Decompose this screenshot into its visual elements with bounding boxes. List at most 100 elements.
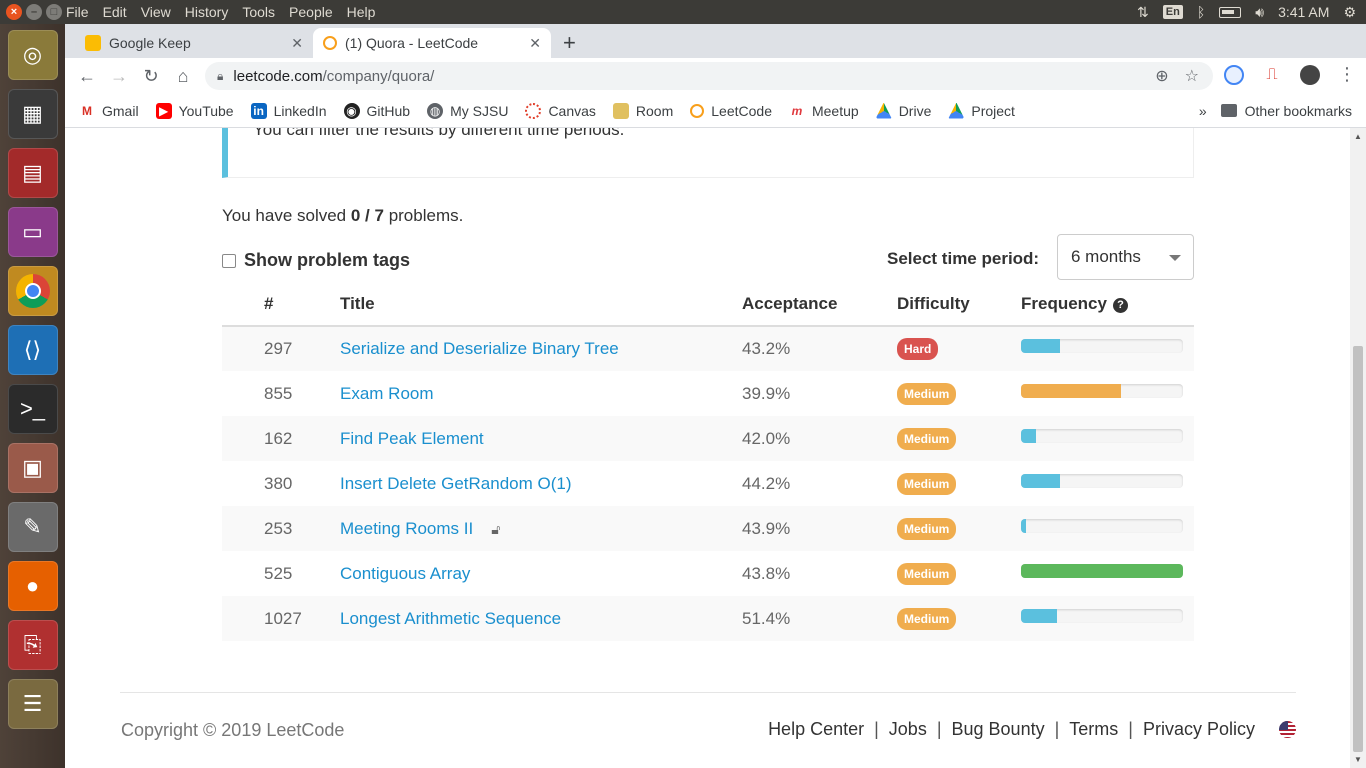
footer-link-help-center[interactable]: Help Center (768, 719, 864, 740)
files-manager-icon[interactable]: ▭ (7, 207, 58, 257)
terminal-tabs-icon[interactable]: ▤ (7, 148, 58, 198)
column-difficulty[interactable]: Difficulty (897, 282, 1021, 327)
leetcode-icon (323, 36, 337, 50)
volume-icon[interactable]: 🔊︎ (1255, 4, 1264, 21)
tab-google-keep[interactable]: Google Keep ✕ (75, 28, 313, 58)
footer-link-bug-bounty[interactable]: Bug Bounty (952, 719, 1045, 740)
settings-gear-icon[interactable]: ⚙ (1343, 4, 1356, 21)
frequency-bar (1021, 518, 1183, 533)
network-icon[interactable]: ⇅ (1137, 4, 1149, 21)
reload-icon[interactable]: ↻ (135, 66, 167, 87)
bookmark-gmail[interactable]: M Gmail (79, 103, 139, 119)
keyboard-layout-indicator[interactable]: En (1162, 5, 1183, 19)
checkbox-box[interactable] (222, 253, 236, 268)
tab-quora-leetcode[interactable]: (1) Quora - LeetCode ✕ (313, 28, 551, 58)
unlock-icon: 🔓︎ (491, 520, 501, 537)
firefox-icon[interactable]: ● (7, 561, 58, 611)
question-circle-icon[interactable]: ? (1112, 297, 1128, 313)
menu-history[interactable]: History (185, 4, 229, 20)
solved-prefix: You have solved (222, 206, 351, 225)
window-controls: × – □ (0, 4, 66, 20)
forward-arrow-icon[interactable]: → (103, 66, 135, 87)
footer-link-jobs[interactable]: Jobs (889, 719, 927, 740)
extension-blue-icon[interactable] (1224, 64, 1244, 85)
zoom-icon[interactable]: ⊕ (1155, 66, 1168, 86)
url-path: /company/quora/ (322, 67, 435, 85)
clock[interactable]: 3:41 AM (1278, 4, 1329, 20)
home-icon[interactable]: ⌂ (167, 66, 199, 87)
footer-link-privacy-policy[interactable]: Privacy Policy (1143, 719, 1255, 740)
scroll-down-arrow-icon[interactable]: ▼ (1354, 755, 1362, 764)
bookmark-label: LeetCode (711, 102, 772, 119)
bookmark-label: Project (971, 102, 1015, 119)
bookmark-canvas[interactable]: Canvas (525, 102, 596, 119)
menu-people[interactable]: People (289, 4, 333, 20)
close-window-button[interactable]: × (6, 4, 22, 20)
battery-icon[interactable] (1219, 6, 1242, 18)
bookmark-linkedin[interactable]: in LinkedIn (250, 102, 327, 119)
workspace-stack-icon[interactable]: ☰ (7, 679, 58, 729)
menu-view[interactable]: View (141, 4, 171, 20)
address-bar[interactable]: 🔒︎ leetcode.com/company/quora/ ⊕ ☆ (205, 62, 1213, 90)
time-period-select[interactable]: 6 months (1057, 234, 1194, 280)
terminal-icon[interactable]: >_ (7, 384, 58, 434)
maximize-window-button[interactable]: □ (46, 4, 62, 20)
problem-title-link[interactable]: Exam Room (340, 384, 434, 403)
footer-link-terms[interactable]: Terms (1069, 719, 1118, 740)
column-number[interactable]: # (222, 282, 340, 327)
meetup-icon: m (791, 103, 803, 118)
bookmark-my-sjsu[interactable]: ◍ My SJSU (427, 102, 508, 119)
browser-tab-strip: Google Keep ✕ (1) Quora - LeetCode ✕ + (65, 24, 1366, 58)
problem-title-link[interactable]: Contiguous Array (340, 564, 470, 583)
chrome-icon[interactable] (7, 266, 58, 316)
footer-links: Help Center | Jobs | Bug Bounty | Terms … (768, 719, 1296, 740)
back-arrow-icon[interactable]: ← (71, 66, 103, 87)
profile-avatar[interactable] (1300, 64, 1320, 85)
browser-menu-icon[interactable]: ⋮ (1338, 64, 1356, 85)
page-scrollbar[interactable]: ▲ ▼ (1350, 128, 1366, 768)
column-title[interactable]: Title (340, 282, 742, 327)
problem-title-link[interactable]: Insert Delete GetRandom O(1) (340, 474, 571, 493)
bookmark-leetcode[interactable]: LeetCode (690, 103, 772, 119)
bookmark-drive[interactable]: Drive (875, 102, 931, 119)
show-problem-tags-checkbox[interactable]: Show problem tags (222, 250, 410, 271)
bookmark-youtube[interactable]: ▶ YouTube (155, 102, 234, 119)
bookmark-meetup[interactable]: m Meetup (789, 103, 859, 119)
close-tab-icon[interactable]: ✕ (291, 35, 303, 52)
table-row: 253 Meeting Rooms II 🔓︎ 43.9% Medium (222, 506, 1194, 551)
footer-separator: | (1128, 719, 1133, 739)
new-tab-plus-icon[interactable]: + (563, 30, 576, 56)
vscode-icon[interactable]: ⟨⟩ (7, 325, 58, 375)
bookmark-github[interactable]: ◉ GitHub (343, 102, 410, 119)
bookmark-star-icon[interactable]: ☆ (1185, 66, 1199, 86)
problem-title-link[interactable]: Meeting Rooms II (340, 519, 473, 538)
menu-file[interactable]: File (66, 4, 89, 20)
bookmark-label: Other bookmarks (1244, 102, 1352, 119)
lock-icon[interactable]: 🔒︎ (217, 69, 223, 84)
minimize-window-button[interactable]: – (26, 4, 42, 20)
ubuntu-dash-icon[interactable]: ◎ (7, 30, 58, 80)
document-viewer-icon[interactable]: ⎘ (7, 620, 58, 670)
menu-tools[interactable]: Tools (242, 4, 275, 20)
problem-title-link[interactable]: Longest Arithmetic Sequence (340, 609, 561, 628)
more-bookmarks-chevron[interactable]: » (1199, 103, 1207, 119)
problem-title-link[interactable]: Serialize and Deserialize Binary Tree (340, 339, 619, 358)
scrollbar-thumb[interactable] (1353, 346, 1363, 752)
problem-title-link[interactable]: Find Peak Element (340, 429, 484, 448)
bookmark-project[interactable]: Project (948, 102, 1015, 119)
bookmark-room[interactable]: Room (612, 102, 673, 119)
frequency-bar (1021, 563, 1183, 578)
column-frequency[interactable]: Frequency? (1021, 282, 1194, 327)
bluetooth-icon[interactable]: ᛒ (1197, 4, 1205, 20)
column-acceptance[interactable]: Acceptance (742, 282, 897, 327)
menu-edit[interactable]: Edit (103, 4, 127, 20)
us-flag-icon[interactable] (1279, 721, 1296, 738)
close-tab-icon[interactable]: ✕ (529, 35, 541, 52)
workspace-switcher-icon[interactable]: ▦ (7, 89, 58, 139)
scroll-up-arrow-icon[interactable]: ▲ (1354, 132, 1362, 141)
other-bookmarks-folder[interactable]: Other bookmarks (1220, 102, 1352, 119)
archive-manager-icon[interactable]: ▣ (7, 443, 58, 493)
text-editor-icon[interactable]: ✎ (7, 502, 58, 552)
menu-help[interactable]: Help (347, 4, 376, 20)
pdf-extension-icon[interactable]: ⎍ (1262, 64, 1282, 85)
